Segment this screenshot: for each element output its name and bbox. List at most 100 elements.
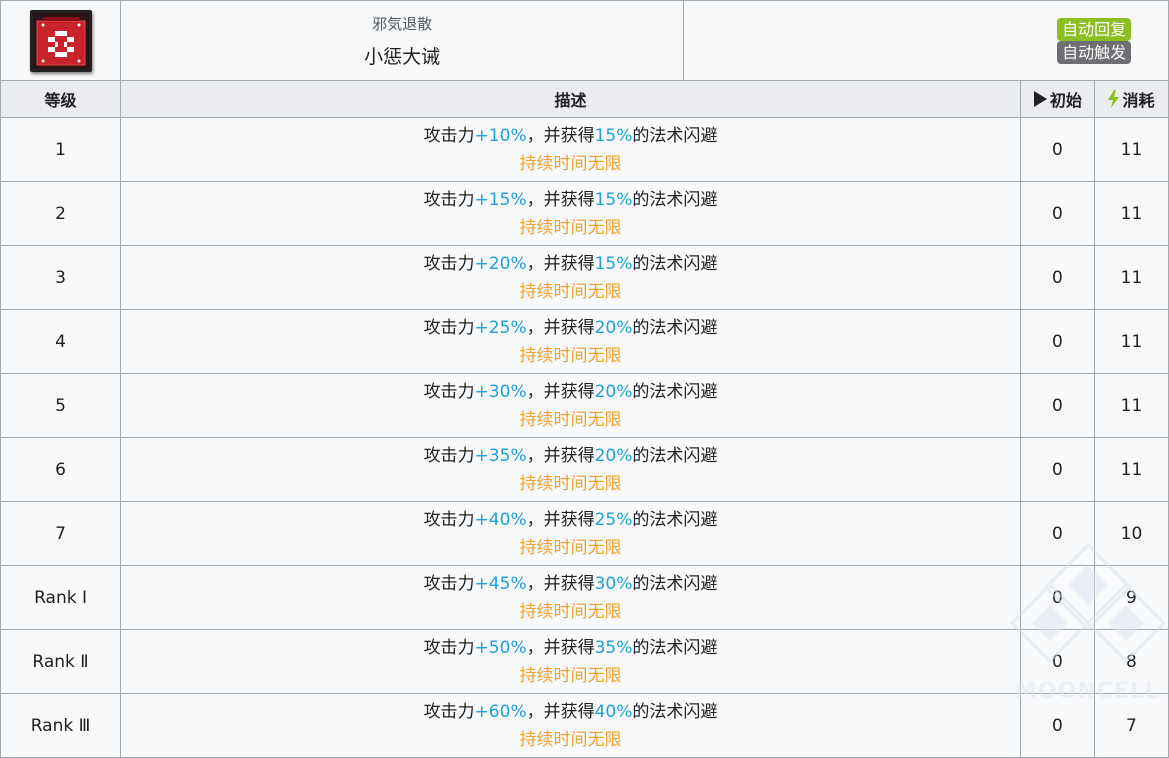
middle-text: ，并获得 [526,509,595,530]
cost-cell: 11 [1093,117,1169,182]
skill-tag: 自动回复 [1057,17,1132,41]
middle-text: ，并获得 [526,189,595,210]
atk-value: +45% [474,573,527,594]
middle-text: ，并获得 [526,445,595,466]
atk-prefix: 攻击力 [423,637,475,658]
table-row: Rank Ⅲ 攻击力+60%，并获得40%的法术闪避 持续时间无限 0 7 [0,693,1169,758]
column-header-row: 等级 描述 初始 消耗 [0,80,1169,118]
dodge-value: 35% [594,637,633,658]
level-cell: 5 [0,373,122,438]
description-cell: 攻击力+45%，并获得30%的法术闪避 持续时间无限 [120,565,1021,630]
skill-name-cell: 邪気退散 小惩大诫 [120,0,1021,81]
description-cell: 攻击力+35%，并获得20%的法术闪避 持续时间无限 [120,437,1021,502]
atk-prefix: 攻击力 [423,125,475,146]
duration-text: 持续时间无限 [519,473,622,494]
initial-cell: 0 [1019,501,1095,566]
description-cell: 攻击力+50%，并获得35%的法术闪避持续时间无限 [120,629,1021,694]
table-row: 6 攻击力+35%，并获得20%的法术闪避 持续时间无限 0 11 [0,437,1169,502]
suffix-text: 的法术闪避 [632,125,718,146]
dodge-value: 15% [594,253,633,274]
atk-value: +50% [474,637,527,658]
column-header-cost-label: 消耗 [1122,90,1155,110]
level-cell: Rank Ⅰ [0,565,122,630]
initial-cell: 0 [1019,629,1095,694]
level-cell: 7 [0,501,122,566]
atk-value: +60% [474,701,527,722]
cost-cell: 11 [1093,373,1169,438]
suffix-text: 的法术闪避 [632,509,718,530]
level-cell: Rank Ⅲ [0,693,122,758]
middle-text: ，并获得 [526,125,595,146]
level-cell: 4 [0,309,122,374]
cost-cell: 11 [1093,437,1169,502]
cost-cell: 8 [1093,629,1169,694]
initial-cell: 0 [1019,565,1095,630]
level-cell: 6 [0,437,122,502]
effect-text: 攻击力+50%，并获得35%的法术闪避 [121,634,1020,662]
dodge-value: 30% [594,573,633,594]
initial-cell: 0 [1019,373,1095,438]
effect-text: 攻击力+10%，并获得15%的法术闪避 [121,122,1020,150]
effect-text: 攻击力+40%，并获得25%的法术闪避 [121,506,1020,534]
table-row: 1 攻击力+10%，并获得15%的法术闪避 持续时间无限 0 11 [0,117,1169,182]
column-header-cost: 消耗 [1093,80,1169,118]
atk-value: +40% [474,509,527,530]
dodge-value: 20% [594,317,633,338]
skill-tag: 自动触发 [1057,40,1132,64]
table-row: Rank Ⅱ 攻击力+50%，并获得35%的法术闪避 持续时间无限 0 8 [0,629,1169,694]
atk-value: +10% [474,125,527,146]
effect-text: 攻击力+45%，并获得30%的法术闪避 [121,570,1020,598]
initial-cell: 0 [1019,309,1095,374]
middle-text: ，并获得 [526,253,595,274]
ornamental-emblem-icon [29,9,92,72]
column-header-level: 等级 [0,80,122,118]
table-row: 3 攻击力+20%，并获得15%的法术闪避 持续时间无限 0 11 [0,245,1169,310]
initial-cell: 0 [1019,117,1095,182]
duration-text: 持续时间无限 [519,345,622,366]
level-cell: 1 [0,117,122,182]
middle-text: ，并获得 [526,637,595,658]
effect-text: 攻击力+25%，并获得20%的法术闪避 [121,314,1020,342]
lightning-icon [1108,89,1120,108]
description-cell: 攻击力+10%，并获得15%的法术闪避 持续时间无限 [120,117,1021,182]
atk-prefix: 攻击力 [423,573,475,594]
dodge-value: 25% [594,509,633,530]
cost-cell: 11 [1093,309,1169,374]
level-cell: Rank Ⅱ [0,629,122,694]
play-triangle-icon [1033,91,1047,107]
column-header-description: 描述 [120,80,1021,118]
dodge-value: 20% [594,445,633,466]
level-cell: 2 [0,181,122,246]
suffix-text: 的法术闪避 [632,189,718,210]
level-cell: 3 [0,245,122,310]
table-row: 4 攻击力+25%，并获得20%的法术闪避 持续时间无限 0 11 [0,309,1169,374]
atk-prefix: 攻击力 [423,253,475,274]
description-cell: 攻击力+25%，并获得20%的法术闪避持续时间无限 [120,309,1021,374]
dodge-value: 40% [594,701,633,722]
atk-prefix: 攻击力 [423,701,475,722]
skill-rows: 1 攻击力+10%，并获得15%的法术闪避 持续时间无限 0 11 2 攻击力+15%，并获… [0,117,1169,758]
description-cell: 攻击力+15%，并获得15%的法术闪避 持续时间无限 [120,181,1021,246]
description-cell: 攻击力+30%，并获得20%的法术闪避 持续时间无限 [120,373,1021,438]
atk-value: +35% [474,445,527,466]
cost-cell: 7 [1093,693,1169,758]
duration-text: 持续时间无限 [519,665,622,686]
initial-cell: 0 [1019,245,1095,310]
duration-text: 持续时间无限 [519,281,622,302]
description-cell: 攻击力+20%，并获得15%的法术闪避 持续时间无限 [120,245,1021,310]
duration-text: 持续时间无限 [519,537,622,558]
atk-prefix: 攻击力 [423,509,475,530]
suffix-text: 的法术闪避 [632,573,718,594]
atk-prefix: 攻击力 [423,445,475,466]
duration-text: 持续时间无限 [519,153,622,174]
suffix-text: 的法术闪避 [632,253,718,274]
table-row: 7 攻击力+40%，并获得25%的法术闪避 持续时间无限 0 10 [0,501,1169,566]
dodge-value: 15% [594,125,633,146]
skill-header-row: 邪気退散 小惩大诫 自动回复自动触发 [0,0,1169,81]
suffix-text: 的法术闪避 [632,381,718,402]
middle-text: ，并获得 [526,317,595,338]
skill-tags-cell: 自动回复自动触发 [1020,0,1169,81]
cost-cell: 9 [1093,565,1169,630]
duration-text: 持续时间无限 [519,217,622,238]
column-header-initial: 初始 [1019,80,1095,118]
